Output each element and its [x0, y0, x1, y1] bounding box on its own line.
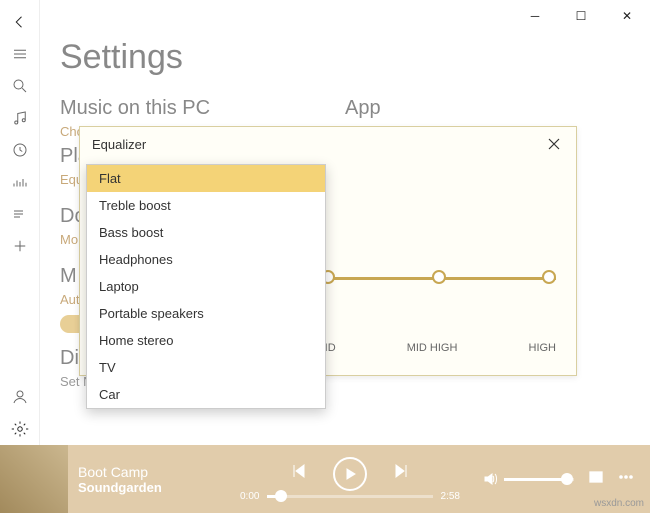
window-titlebar: ─ ☐ ✕	[0, 0, 650, 32]
player-bar: Boot Camp Soundgarden 0:00 2:58	[0, 445, 650, 513]
next-button[interactable]	[393, 463, 409, 484]
eq-knob-midhigh[interactable]	[432, 270, 446, 284]
back-button[interactable]	[0, 6, 40, 38]
hamburger-button[interactable]	[0, 38, 40, 70]
preset-option[interactable]: Home stereo	[87, 327, 325, 354]
track-artist: Soundgarden	[78, 480, 218, 495]
now-playing-icon[interactable]	[0, 166, 40, 198]
recent-icon[interactable]	[0, 134, 40, 166]
progress-bar[interactable]: 0:00 2:58	[240, 491, 460, 502]
time-elapsed: 0:00	[240, 491, 259, 502]
preset-option[interactable]: Bass boost	[87, 219, 325, 246]
track-title: Boot Camp	[78, 464, 218, 480]
preset-option[interactable]: TV	[87, 354, 325, 381]
watermark: wsxdn.com	[594, 498, 644, 509]
music-icon[interactable]	[0, 102, 40, 134]
settings-icon[interactable]	[0, 413, 40, 445]
search-button[interactable]	[0, 70, 40, 102]
volume-control[interactable]	[482, 471, 574, 487]
equalizer-title: Equalizer	[92, 137, 146, 152]
equalizer-close-button[interactable]	[544, 134, 564, 154]
preset-option[interactable]: Headphones	[87, 246, 325, 273]
preset-option[interactable]: Flat	[87, 165, 325, 192]
previous-button[interactable]	[291, 463, 307, 484]
play-button[interactable]	[333, 457, 367, 491]
section-music-heading: Music on this PC	[60, 97, 345, 120]
add-button[interactable]	[0, 230, 40, 262]
page-title: Settings	[60, 38, 630, 77]
now-playing-view-button[interactable]	[588, 469, 604, 490]
section-app-heading: App	[345, 97, 630, 120]
preset-option[interactable]: Car	[87, 381, 325, 408]
preset-option[interactable]: Laptop	[87, 273, 325, 300]
equalizer-preset-dropdown[interactable]: Flat Treble boost Bass boost Headphones …	[86, 164, 326, 409]
playlists-icon[interactable]	[0, 198, 40, 230]
account-icon[interactable]	[0, 381, 40, 413]
track-meta[interactable]: Boot Camp Soundgarden	[78, 464, 218, 495]
close-button[interactable]: ✕	[604, 0, 650, 32]
volume-icon	[482, 471, 498, 487]
minimize-button[interactable]: ─	[512, 0, 558, 32]
preset-option[interactable]: Treble boost	[87, 192, 325, 219]
preset-option[interactable]: Portable speakers	[87, 300, 325, 327]
eq-knob-high[interactable]	[542, 270, 556, 284]
more-button[interactable]	[618, 469, 634, 490]
album-art[interactable]	[0, 445, 68, 513]
time-total: 2:58	[441, 491, 460, 502]
maximize-button[interactable]: ☐	[558, 0, 604, 32]
nav-rail	[0, 0, 40, 445]
